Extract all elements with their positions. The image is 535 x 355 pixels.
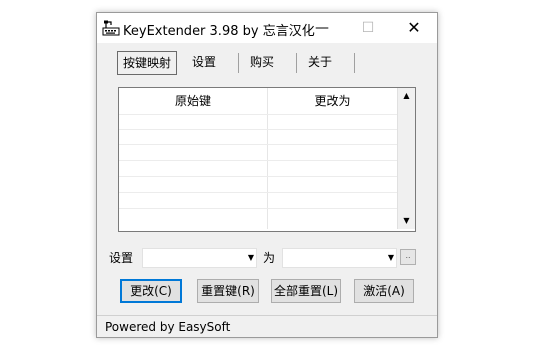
tab-separator (238, 53, 239, 73)
row-divider (119, 144, 397, 145)
vertical-scrollbar[interactable]: ▲ ▼ (397, 88, 415, 229)
status-text: Powered by EasySoft (105, 320, 231, 334)
row-divider (119, 129, 397, 130)
minimize-button[interactable]: — (299, 13, 345, 43)
to-label: 为 (263, 251, 276, 265)
row-divider (119, 160, 397, 161)
scroll-down-icon[interactable]: ▼ (398, 213, 415, 229)
reset-all-button[interactable]: 全部重置(L) (271, 279, 341, 303)
activate-button[interactable]: 激活(A) (354, 279, 414, 303)
app-window: KeyExtender 3.98 by 忘言汉化 — ☐ ✕ 按键映射 设置 购… (96, 12, 438, 338)
key-mapping-list[interactable]: 原始键 更改为 ▲ ▼ (118, 87, 416, 232)
window-title: KeyExtender 3.98 by 忘言汉化 (123, 24, 315, 39)
maximize-button[interactable]: ☐ (345, 13, 391, 43)
column-header-original-key[interactable]: 原始键 (119, 88, 267, 114)
column-header-change-to[interactable]: 更改为 (268, 88, 397, 114)
row-divider (119, 114, 397, 115)
tab-key-mapping[interactable]: 按键映射 (117, 51, 177, 75)
status-bar: Powered by EasySoft (97, 315, 437, 338)
title-bar: KeyExtender 3.98 by 忘言汉化 — ☐ ✕ (97, 13, 437, 43)
row-divider (119, 192, 397, 193)
tab-separator (354, 53, 355, 73)
keyboard-app-icon (102, 20, 120, 36)
tab-separator (296, 53, 297, 73)
target-key-combo[interactable]: ▼ (282, 248, 397, 268)
reset-key-button[interactable]: 重置键(R) (197, 279, 259, 303)
source-key-combo[interactable]: ▼ (142, 248, 257, 268)
list-header: 原始键 更改为 (119, 88, 397, 114)
browse-button[interactable]: .. (400, 249, 416, 265)
dropdown-arrow-icon[interactable]: ▼ (388, 249, 394, 267)
tab-buy[interactable]: 购买 (245, 51, 279, 73)
tab-settings[interactable]: 设置 (187, 51, 221, 73)
change-button[interactable]: 更改(C) (120, 279, 182, 303)
set-label: 设置 (109, 251, 134, 265)
tab-about[interactable]: 关于 (303, 51, 337, 73)
scroll-up-icon[interactable]: ▲ (398, 88, 415, 104)
close-button[interactable]: ✕ (391, 13, 437, 43)
row-divider (119, 208, 397, 209)
dropdown-arrow-icon[interactable]: ▼ (248, 249, 254, 267)
row-divider (119, 176, 397, 177)
